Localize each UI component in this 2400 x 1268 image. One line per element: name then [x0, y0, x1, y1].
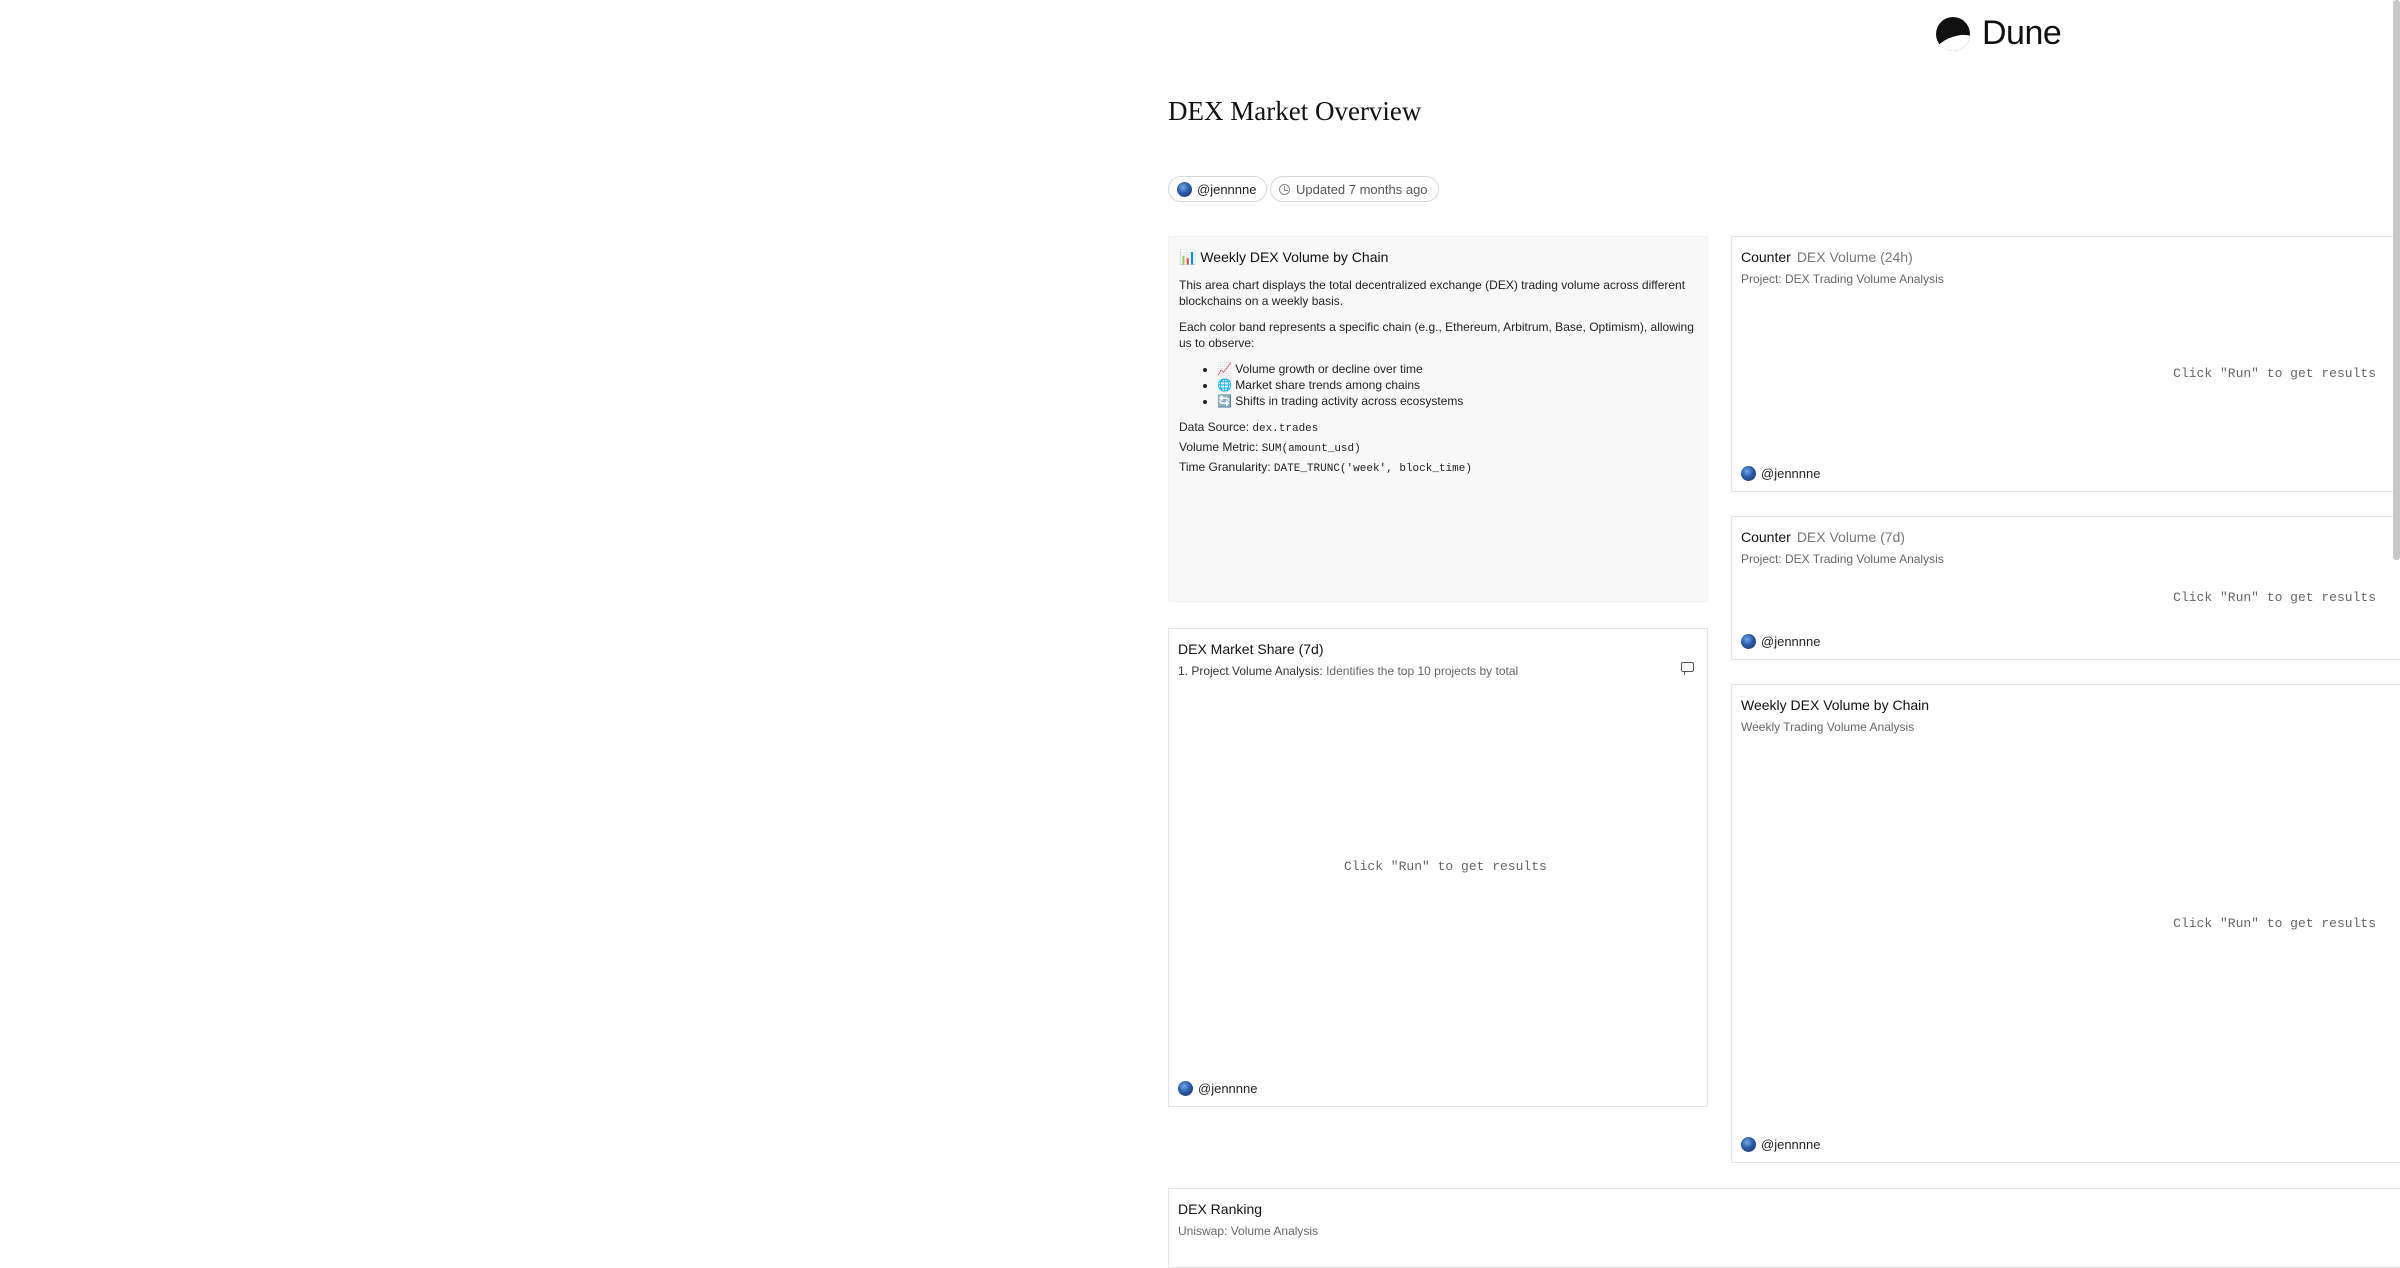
widget-title[interactable]: DEX Market Share (7d) [1178, 641, 1324, 657]
time-granularity-value: DATE_TRUNC('week', block_time) [1273, 463, 1472, 475]
market-share-widget[interactable]: DEX Market Share (7d) 1. Project Volume … [1168, 628, 1708, 1107]
run-prompt: Click "Run" to get results [2173, 916, 2376, 931]
run-prompt: Click "Run" to get results [2173, 590, 2376, 605]
widget-type: Counter [1741, 529, 1791, 545]
widget-title[interactable]: Weekly DEX Volume by Chain [1741, 697, 1929, 713]
widget-subtitle: Uniswap: Volume Analysis [1178, 1224, 1319, 1238]
comment-icon[interactable] [1681, 662, 1694, 675]
list-item: 🌐 Market share trends among chains [1217, 377, 1697, 393]
data-source-value: dex.trades [1252, 423, 1319, 435]
text-widget-list: 📈 Volume growth or decline over time 🌐 M… [1179, 361, 1697, 409]
run-prompt: Click "Run" to get results [1344, 859, 1547, 874]
avatar [1178, 1081, 1193, 1096]
counter-widget-7d[interactable]: Counter DEX Volume (7d) Project: DEX Trad… [1731, 516, 2400, 660]
author-chip[interactable]: @jennnne [1168, 176, 1268, 202]
dune-logo[interactable]: Dune [1936, 14, 2062, 53]
widget-title[interactable]: DEX Volume (24h) [1797, 249, 1913, 265]
clock-icon [1279, 183, 1290, 195]
widget-author[interactable]: @jennnne [1741, 634, 1820, 649]
widget-author[interactable]: @jennnne [1741, 1137, 1820, 1152]
volume-metric-value: SUM(amount_usd) [1261, 443, 1361, 455]
time-granularity-line: Time Granularity: DATE_TRUNC('week', blo… [1179, 460, 1472, 475]
widget-subtitle: Project: DEX Trading Volume Analysis [1741, 552, 1944, 566]
volume-metric-line: Volume Metric: SUM(amount_usd) [1179, 440, 1361, 455]
text-widget-paragraph: Each color band represents a specific ch… [1179, 320, 1694, 350]
widget-type: Counter [1741, 249, 1791, 265]
avatar [1741, 634, 1756, 649]
widget-author[interactable]: @jennnne [1178, 1081, 1257, 1096]
updated-chip: Updated 7 months ago [1270, 176, 1439, 202]
text-widget-heading: 📊 Weekly DEX Volume by Chain [1179, 249, 1389, 265]
ranking-widget[interactable]: DEX Ranking Uniswap: Volume Analysis [1168, 1188, 2400, 1268]
dune-logo-icon [1936, 16, 1970, 51]
avatar [1741, 1137, 1756, 1152]
run-prompt: Click "Run" to get results [2173, 366, 2376, 381]
text-widget-paragraph: This area chart displays the total decen… [1179, 278, 1686, 308]
widget-title[interactable]: DEX Volume (7d) [1797, 529, 1905, 545]
counter-widget-24h[interactable]: Counter DEX Volume (24h) Project: DEX Tra… [1731, 236, 2400, 492]
widget-title[interactable]: DEX Ranking [1178, 1201, 1262, 1217]
scrollbar[interactable] [2393, 0, 2400, 560]
list-item: 🔄 Shifts in trading activity across ecos… [1217, 393, 1697, 409]
text-widget: 📊 Weekly DEX Volume by Chain This area c… [1168, 236, 1708, 602]
widget-description: 1. Project Volume Analysis: Identifies t… [1178, 664, 1518, 678]
widget-subtitle: Project: DEX Trading Volume Analysis [1741, 272, 1944, 286]
author-name: @jennnne [1197, 181, 1257, 197]
list-item: 📈 Volume growth or decline over time [1217, 361, 1697, 377]
data-source-line: Data Source: dex.trades [1179, 420, 1319, 435]
weekly-volume-widget[interactable]: Weekly DEX Volume by Chain Weekly Tradin… [1731, 684, 2400, 1163]
brand-name: Dune [1982, 14, 2062, 52]
widget-subtitle: Weekly Trading Volume Analysis [1741, 720, 1915, 734]
updated-text: Updated 7 months ago [1296, 181, 1428, 197]
widget-author[interactable]: @jennnne [1741, 466, 1820, 481]
avatar [1177, 181, 1192, 197]
avatar [1741, 466, 1756, 481]
page-title: DEX Market Overview [1168, 96, 1422, 126]
